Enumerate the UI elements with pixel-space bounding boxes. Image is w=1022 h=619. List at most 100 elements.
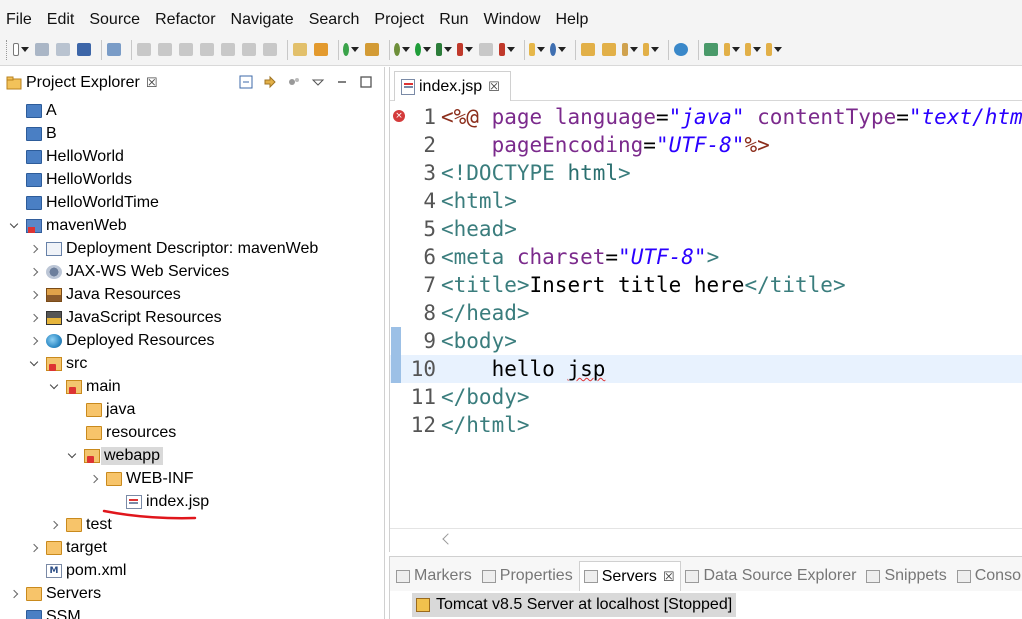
tree-item[interactable]: Deployment Descriptor: mavenWeb [0,237,384,260]
menu-edit[interactable]: Edit [47,11,75,29]
open-task-icon[interactable] [601,42,617,58]
step-into-icon[interactable] [220,42,236,58]
expanded-chevron-icon[interactable] [48,381,60,393]
code-line[interactable]: 11 </body> [390,383,1022,411]
open-folder-icon[interactable] [643,42,659,58]
open-console-icon[interactable] [313,42,329,58]
tree-item[interactable]: Deployed Resources [0,329,384,352]
menu-refactor[interactable]: Refactor [155,11,215,29]
tree-item[interactable]: Java Resources [0,283,384,306]
disconnect-icon[interactable] [199,42,215,58]
server-row[interactable]: Tomcat v8.5 Server at localhost [Stopped… [412,593,737,617]
tab-data-source-explorer[interactable]: Data Source Explorer [681,561,862,591]
scroll-left-icon[interactable] [442,533,454,545]
collapsed-chevron-icon[interactable] [28,289,40,301]
stop-server-icon[interactable] [478,42,494,58]
run-icon[interactable] [415,42,431,58]
tree-item[interactable]: WEB-INF [0,467,384,490]
tab-console[interactable]: Console [953,561,1022,591]
new-java-project-icon[interactable] [529,42,545,58]
tab-snippets[interactable]: Snippets [862,561,952,591]
open-web-browser-icon[interactable] [673,42,689,58]
project-explorer-tab[interactable]: Project Explorer ☒ [0,67,384,99]
terminate-icon[interactable] [178,42,194,58]
tree-item[interactable]: resources [0,421,384,444]
collapsed-chevron-icon[interactable] [28,542,40,554]
code-line[interactable]: 4 <html> [390,187,1022,215]
collapsed-chevron-icon[interactable] [28,335,40,347]
expanded-chevron-icon[interactable] [66,450,78,462]
collapsed-chevron-icon[interactable] [8,588,20,600]
minimize-icon[interactable] [335,75,349,89]
menu-window[interactable]: Window [484,11,541,29]
link-with-editor-icon[interactable] [263,75,277,89]
menu-help[interactable]: Help [555,11,588,29]
code-line[interactable]: 7 <title>Insert title here</title> [390,271,1022,299]
open-perspective-icon[interactable] [364,42,380,58]
code-line[interactable]: 12 </html> [390,411,1022,439]
search-icon[interactable] [622,42,638,58]
tree-item[interactable]: mavenWeb [0,214,384,237]
code-line[interactable]: 3 <!DOCTYPE html> [390,159,1022,187]
menu-project[interactable]: Project [374,11,424,29]
tree-item[interactable]: webapp [0,444,384,467]
tree-item[interactable]: index.jsp [0,490,384,513]
tab-properties[interactable]: Properties [478,561,579,591]
step-over-icon[interactable] [241,42,257,58]
tab-servers[interactable]: Servers ☒ [578,561,682,591]
deploy-icon[interactable] [499,42,515,58]
code-line[interactable]: 5 <head> [390,215,1022,243]
maximize-icon[interactable] [359,75,373,89]
menu-navigate[interactable]: Navigate [231,11,294,29]
collapsed-chevron-icon[interactable] [88,473,100,485]
menu-run[interactable]: Run [439,11,468,29]
close-icon[interactable]: ☒ [488,79,500,95]
tab-markers[interactable]: Markers [392,561,478,591]
code-line[interactable]: 2 pageEncoding="UTF-8"%> [390,131,1022,159]
open-type-icon[interactable] [580,42,596,58]
expanded-chevron-icon[interactable] [8,220,20,232]
code-editor[interactable]: 1 × <%@ page language="java" contentType="… [390,103,1022,439]
collapsed-chevron-icon[interactable] [28,266,40,278]
tree-item[interactable]: B [0,122,384,145]
new-wizard-icon[interactable] [13,42,29,58]
menu-file[interactable]: File [6,11,32,29]
code-line[interactable]: 6 <meta charset="UTF-8"> [390,243,1022,271]
collapsed-chevron-icon[interactable] [48,519,60,531]
coverage-icon[interactable] [436,42,452,58]
menu-source[interactable]: Source [89,11,140,29]
toggle-mark-occurrences-icon[interactable] [703,42,719,58]
debug-icon[interactable] [394,42,410,58]
tree-item[interactable]: SSM [0,605,384,619]
print-icon[interactable] [76,42,92,58]
editor-tab-index-jsp[interactable]: index.jsp ☒ [394,71,511,101]
tree-item[interactable]: HelloWorld [0,145,384,168]
tree-item[interactable]: java [0,398,384,421]
tree-item[interactable]: src [0,352,384,375]
tree-item[interactable]: JAX-WS Web Services [0,260,384,283]
save-all-icon[interactable] [55,42,71,58]
tree-item[interactable]: A [0,99,384,122]
tree-item[interactable]: test [0,513,384,536]
close-icon[interactable]: ☒ [663,569,675,585]
save-icon[interactable] [34,42,50,58]
view-menu-icon[interactable] [311,75,325,89]
tree-item[interactable]: JavaScript Resources [0,306,384,329]
resume-icon[interactable] [136,42,152,58]
code-line[interactable]: 9 <body> [390,327,1022,355]
collapse-all-icon[interactable] [239,75,253,89]
tree-item[interactable]: HelloWorldTime [0,191,384,214]
tree-item[interactable]: HelloWorlds [0,168,384,191]
run-external-tools-icon[interactable] [457,42,473,58]
tree-item[interactable]: main [0,375,384,398]
next-annotation-icon[interactable] [724,42,740,58]
collapsed-chevron-icon[interactable] [28,312,40,324]
refresh-server-icon[interactable] [343,42,359,58]
expanded-chevron-icon[interactable] [28,358,40,370]
tree-item[interactable]: Servers [0,582,384,605]
horizontal-scrollbar[interactable] [390,528,1022,552]
collapsed-chevron-icon[interactable] [28,243,40,255]
previous-annotation-icon[interactable] [745,42,761,58]
suspend-icon[interactable] [157,42,173,58]
toolbar-grip[interactable] [6,39,9,60]
